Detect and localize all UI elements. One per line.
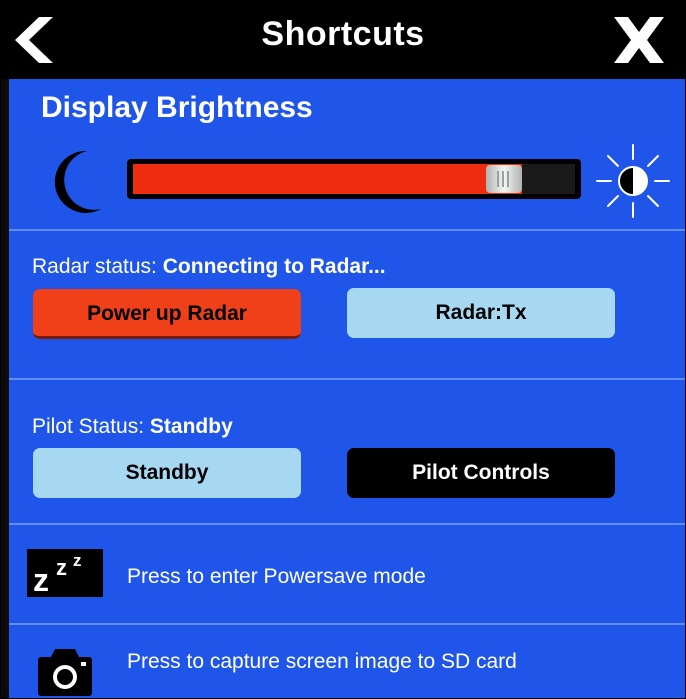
capture-label: Press to capture screen image to SD card: [127, 650, 517, 673]
brightness-slider[interactable]: [127, 159, 581, 199]
camera-icon: [38, 649, 92, 696]
sun-icon: [596, 144, 670, 218]
sleep-zzz-icon: z z z: [27, 549, 103, 597]
standby-button[interactable]: Standby: [33, 448, 301, 498]
brightness-heading: Display Brightness: [41, 91, 313, 124]
shortcuts-content: Display Brightness Radar status: Connect…: [9, 79, 685, 698]
pilot-controls-button[interactable]: Pilot Controls: [347, 448, 615, 498]
svg-text:z: z: [73, 551, 82, 570]
power-up-radar-button[interactable]: Power up Radar: [33, 289, 301, 339]
svg-text:z: z: [33, 562, 49, 597]
radar-status: Radar status: Connecting to Radar...: [32, 255, 386, 279]
powersave-row[interactable]: z z z Press to enter Powersave mode: [9, 541, 685, 613]
pilot-status-value: Standby: [149, 415, 233, 438]
radar-status-value: Connecting to Radar...: [162, 255, 386, 278]
svg-text:z: z: [56, 555, 67, 580]
brightness-fill: [133, 164, 522, 194]
divider: [9, 229, 685, 231]
capture-row[interactable]: Press to capture screen image to SD card: [9, 627, 685, 698]
divider: [9, 378, 685, 380]
pilot-status: Pilot Status: Standby: [32, 415, 233, 439]
radar-status-label: Radar status:: [32, 255, 157, 278]
divider: [9, 523, 685, 525]
close-icon: [614, 17, 664, 63]
radar-tx-button[interactable]: Radar:Tx: [347, 288, 615, 338]
brightness-track: [133, 164, 575, 194]
page-title: Shortcuts: [261, 15, 425, 53]
title-bar: Shortcuts: [1, 1, 685, 79]
close-button[interactable]: [611, 15, 667, 65]
moon-icon: [54, 150, 101, 213]
powersave-label: Press to enter Powersave mode: [127, 565, 426, 588]
pilot-status-label: Pilot Status:: [32, 415, 145, 438]
shortcuts-panel: Shortcuts Display Brightness Radar statu…: [0, 0, 686, 699]
brightness-slider-thumb[interactable]: [486, 165, 522, 193]
divider: [9, 623, 685, 625]
